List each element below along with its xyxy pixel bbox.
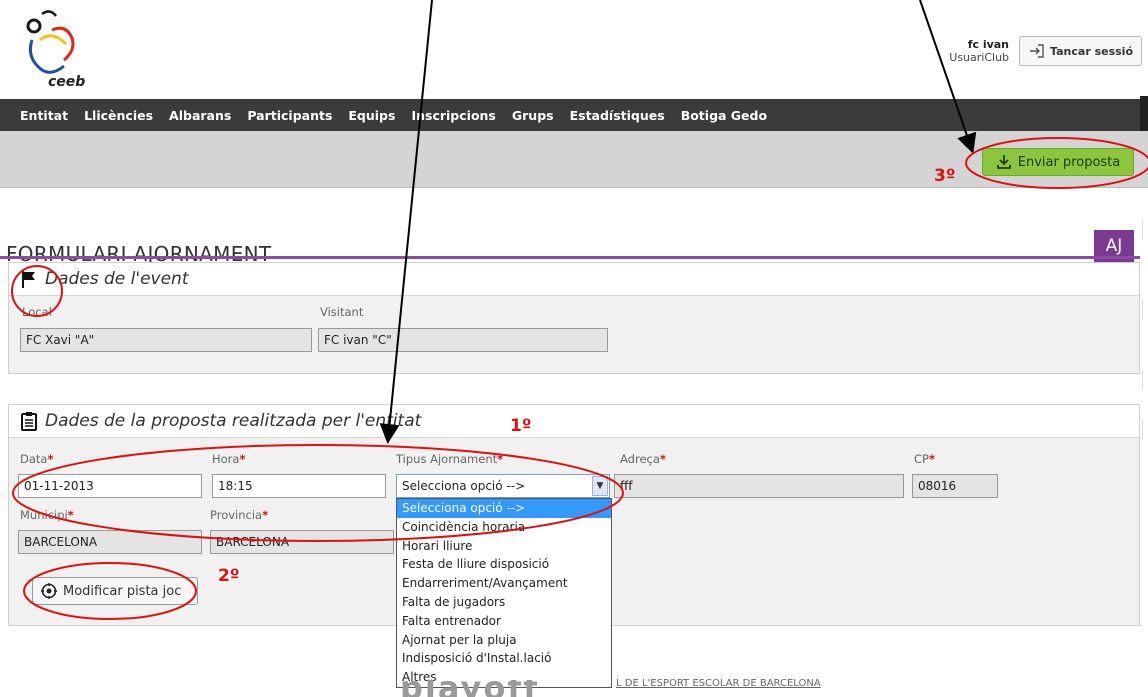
logout-button[interactable]: Tancar sessió bbox=[1019, 36, 1142, 66]
user-role: UsuariClub bbox=[949, 51, 1010, 64]
logo-icon bbox=[26, 10, 75, 74]
annotation-step-3: 3º bbox=[934, 166, 956, 186]
postal-code-label-text: CP bbox=[914, 452, 929, 466]
required-mark: * bbox=[239, 452, 246, 466]
dropdown-option[interactable]: Falta de jugadors bbox=[397, 593, 611, 612]
postal-code-field[interactable]: 08016 bbox=[912, 474, 998, 498]
local-label: Local bbox=[22, 305, 52, 319]
postponement-type-dropdown: Selecciona opció --> Coincidència horari… bbox=[396, 498, 612, 688]
proposal-panel-header: Dades de la proposta realitzada per l'en… bbox=[9, 405, 1139, 438]
date-field[interactable]: 01-11-2013 bbox=[18, 474, 202, 498]
address-field[interactable]: fff bbox=[614, 474, 904, 498]
proposal-panel-title: Dades de la proposta realitzada per l'en… bbox=[45, 411, 422, 431]
required-mark: * bbox=[497, 452, 504, 466]
visitant-field[interactable]: FC ivan "C" bbox=[318, 328, 608, 352]
visitant-label: Visitant bbox=[320, 305, 364, 319]
chevron-down-icon[interactable]: ▼ bbox=[592, 476, 608, 496]
nav-item-llicencies[interactable]: Llicències bbox=[84, 108, 153, 123]
postponement-type-label-text: Tipus Ajornament bbox=[396, 452, 498, 466]
required-mark: * bbox=[67, 508, 74, 522]
edge-mark bbox=[1142, 420, 1148, 440]
nav-item-equips[interactable]: Equips bbox=[348, 108, 395, 123]
annotation-step-2: 2º bbox=[218, 566, 240, 586]
logo-text: ceeb bbox=[48, 74, 86, 90]
logout-label: Tancar sessió bbox=[1050, 44, 1133, 58]
annotation-step-1: 1º bbox=[510, 416, 532, 436]
required-mark: * bbox=[659, 452, 666, 466]
event-panel-header: Dades de l'event bbox=[9, 263, 1139, 296]
nav-item-inscripcions[interactable]: Inscripcions bbox=[411, 108, 495, 123]
event-panel-title: Dades de l'event bbox=[45, 269, 189, 289]
user-box: fc ivan UsuariClub Tancar sessió bbox=[949, 36, 1142, 66]
date-label: Data* bbox=[20, 452, 53, 466]
address-label-text: Adreça bbox=[620, 452, 660, 466]
nav-edge bbox=[1140, 96, 1148, 134]
annotation-arrow-1 bbox=[379, 0, 433, 444]
flag-icon bbox=[22, 271, 35, 288]
title-divider bbox=[0, 256, 1140, 259]
required-mark: * bbox=[928, 452, 935, 466]
date-label-text: Data bbox=[20, 452, 48, 466]
event-panel: Dades de l'event bbox=[8, 262, 1140, 374]
municipality-label-text: Municipi bbox=[20, 508, 68, 522]
edge-mark bbox=[1142, 370, 1148, 390]
required-mark: * bbox=[262, 508, 269, 522]
send-proposal-label: Enviar proposta bbox=[1017, 154, 1121, 170]
nav-item-grups[interactable]: Grups bbox=[512, 108, 554, 123]
logout-icon bbox=[1030, 44, 1044, 58]
user-info: fc ivan UsuariClub bbox=[949, 38, 1009, 64]
dropdown-option[interactable]: Indisposició d'Instal.lació bbox=[397, 649, 611, 668]
required-mark: * bbox=[47, 452, 54, 466]
dropdown-option[interactable]: Ajornat per la pluja bbox=[397, 631, 611, 650]
hour-field[interactable]: 18:15 bbox=[212, 474, 386, 498]
footer-logo: playoff bbox=[400, 680, 539, 697]
nav-item-participants[interactable]: Participants bbox=[247, 108, 332, 123]
modify-court-label: Modificar pista joc bbox=[63, 583, 182, 599]
nav-item-estadistiques[interactable]: Estadístiques bbox=[570, 108, 665, 123]
province-label-text: Provincia bbox=[210, 508, 263, 522]
download-icon bbox=[996, 155, 1011, 169]
province-field[interactable]: BARCELONA bbox=[210, 530, 394, 554]
edge-mark bbox=[1142, 220, 1148, 240]
action-toolbar: Enviar proposta bbox=[0, 131, 1148, 188]
target-icon bbox=[41, 583, 57, 599]
footer-link[interactable]: L DE L'ESPORT ESCOLAR DE BARCELONA bbox=[616, 678, 821, 689]
local-field[interactable]: FC Xavi "A" bbox=[20, 328, 312, 352]
user-name: fc ivan bbox=[967, 38, 1010, 51]
dropdown-option[interactable]: Falta entrenador bbox=[397, 612, 611, 631]
nav-item-botiga-gedo[interactable]: Botiga Gedo bbox=[681, 108, 767, 123]
dropdown-option[interactable]: Selecciona opció --> bbox=[397, 499, 611, 518]
nav-item-entitat[interactable]: Entitat bbox=[20, 108, 68, 123]
municipality-label: Municipi* bbox=[20, 508, 74, 522]
postponement-type-select[interactable]: Selecciona opció --> ▼ bbox=[396, 474, 610, 498]
main-nav: Entitat Llicències Albarans Participants… bbox=[0, 99, 1140, 131]
ceeb-logo[interactable]: ceeb bbox=[22, 0, 92, 94]
nav-item-albarans[interactable]: Albarans bbox=[169, 108, 231, 123]
postponement-type-label: Tipus Ajornament* bbox=[396, 452, 503, 466]
hour-label-text: Hora bbox=[212, 452, 240, 466]
dropdown-option[interactable]: Horari lliure bbox=[397, 537, 611, 556]
document-icon bbox=[21, 412, 37, 431]
send-proposal-button[interactable]: Enviar proposta bbox=[982, 148, 1134, 176]
address-label: Adreça* bbox=[620, 452, 666, 466]
postponement-type-value: Selecciona opció --> bbox=[402, 479, 526, 493]
municipality-field[interactable]: BARCELONA bbox=[18, 530, 202, 554]
edge-mark bbox=[1142, 300, 1148, 320]
hour-label: Hora* bbox=[212, 452, 245, 466]
province-label: Provincia* bbox=[210, 508, 268, 522]
postal-code-label: CP* bbox=[914, 452, 935, 466]
dropdown-option[interactable]: Endarreriment/Avançament bbox=[397, 574, 611, 593]
modify-court-button[interactable]: Modificar pista joc bbox=[32, 577, 198, 605]
dropdown-option[interactable]: Coincidència horaria bbox=[397, 518, 611, 537]
dropdown-option[interactable]: Festa de lliure disposició bbox=[397, 555, 611, 574]
